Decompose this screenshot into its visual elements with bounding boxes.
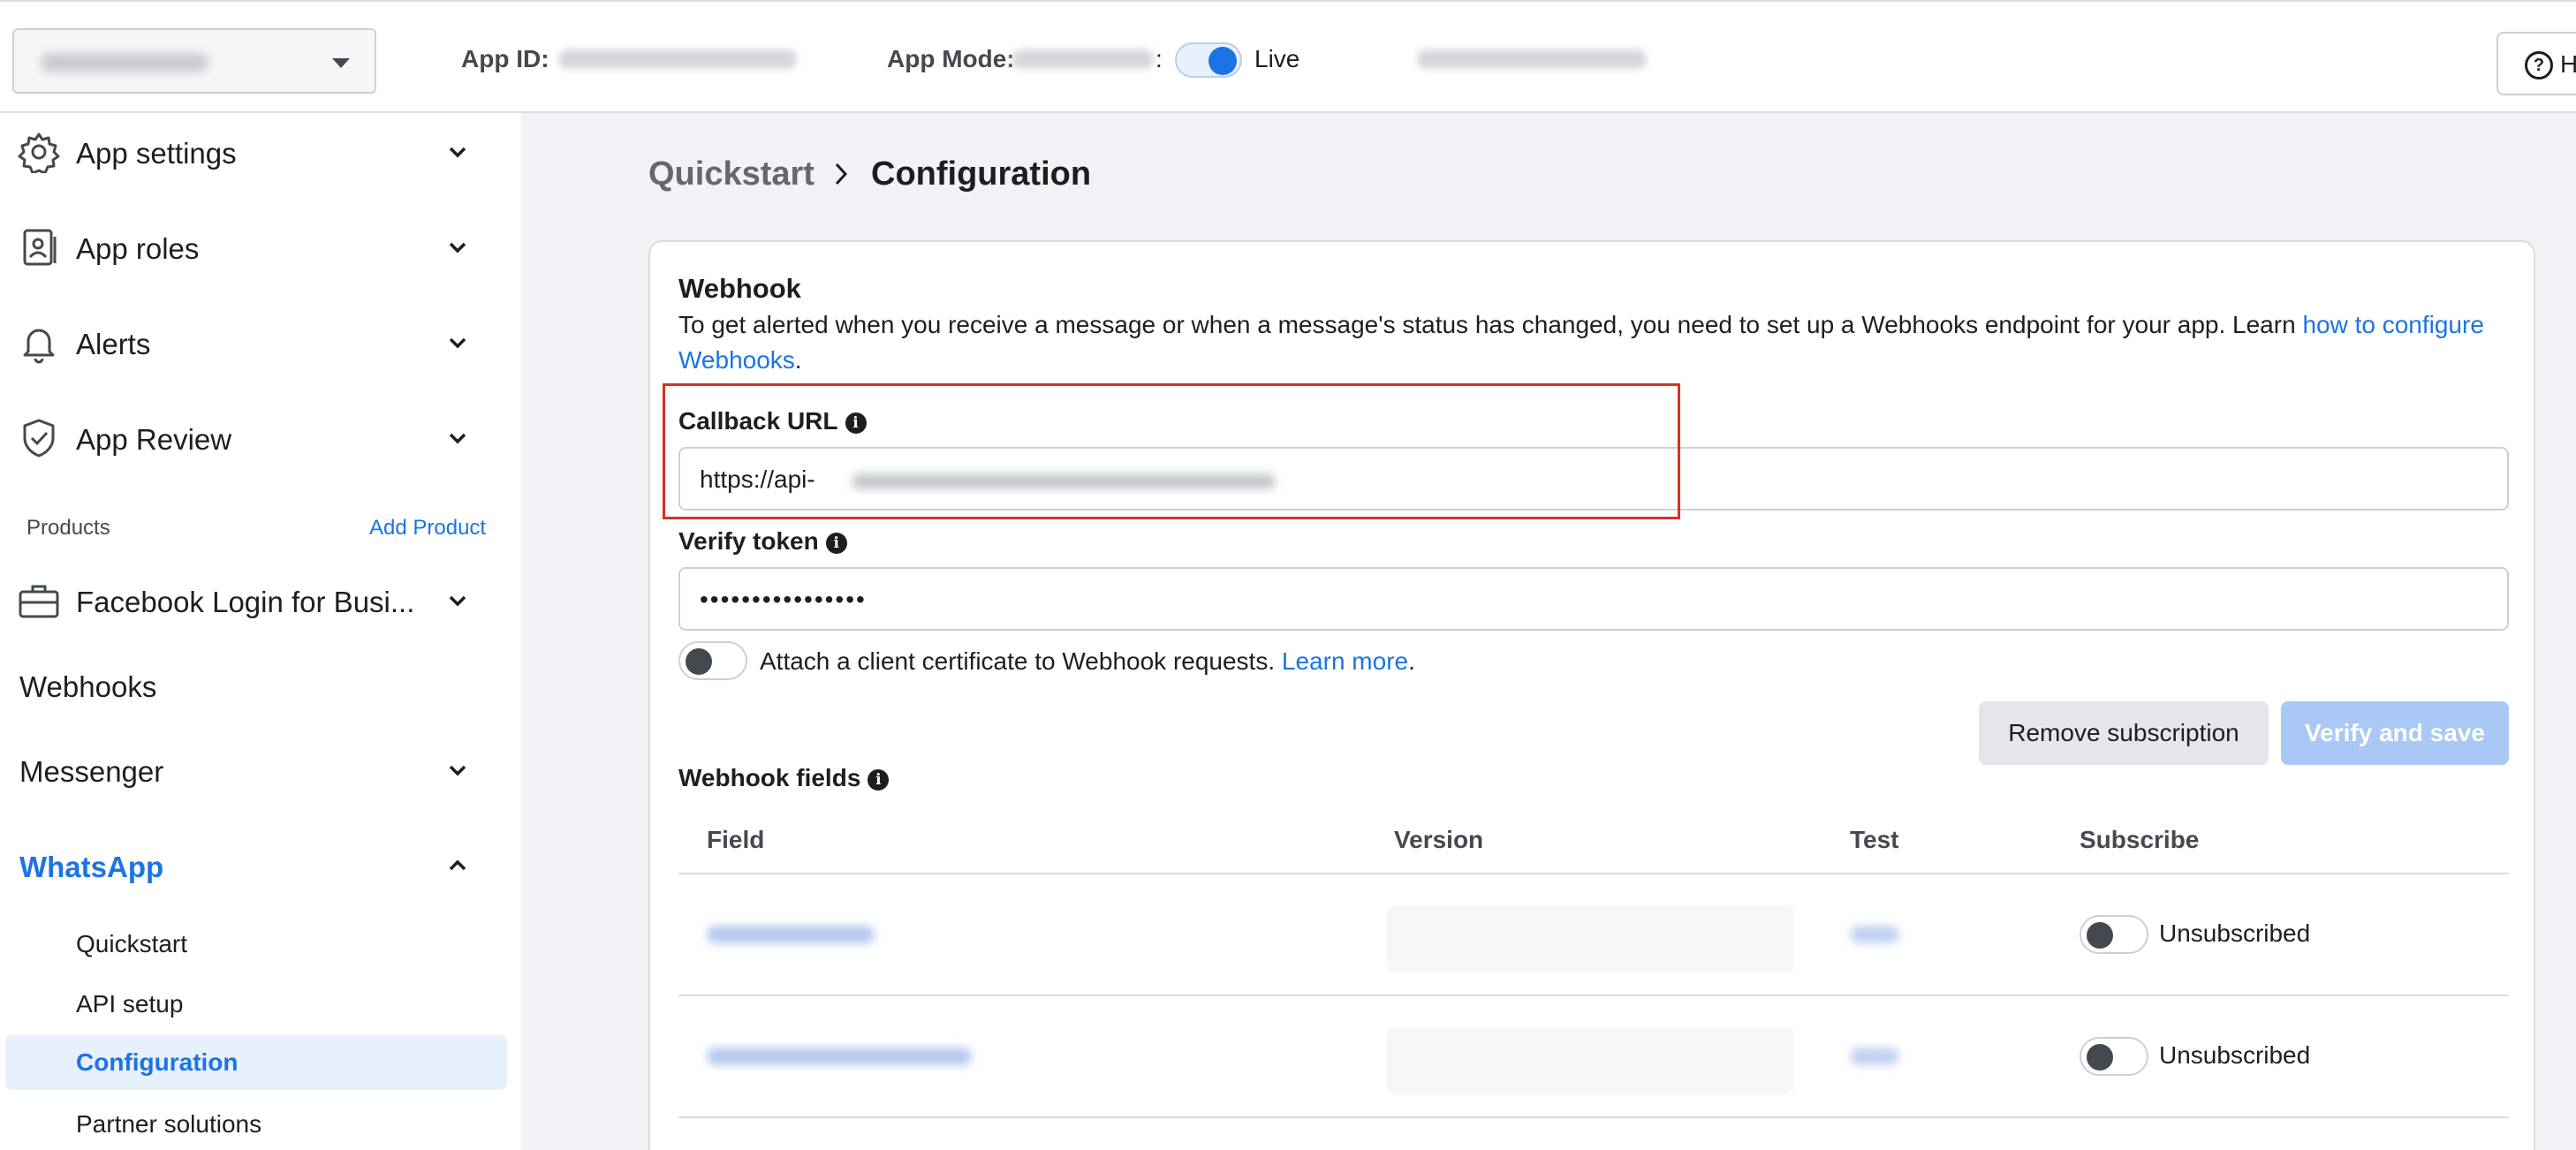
verify-token-label: Verify token i [678,526,847,556]
chevron-down-icon [449,337,466,349]
app-mode-separator: : [1155,45,1163,72]
chevron-right-icon [835,163,848,185]
sidebar-subitem-label: Quickstart [76,930,188,957]
verify-and-save-button[interactable]: Verify and save [2281,701,2509,765]
column-header-subscribe: Subscribe [2080,826,2200,853]
webhook-title: Webhook [678,273,801,304]
chevron-up-icon [449,859,466,871]
products-heading: Products [27,516,110,540]
help-icon: ? [2525,51,2553,79]
webhook-fields-title: Webhook fields [678,764,861,791]
app-mode-label: App Mode: [887,45,1015,72]
app-selector[interactable] [12,28,376,94]
sidebar-item-app-review[interactable]: App Review [0,399,521,479]
info-icon[interactable]: i [868,769,890,791]
table-divider [678,1116,2509,1118]
client-certificate-toggle[interactable] [678,641,747,680]
chevron-down-icon [449,147,466,158]
sidebar-item-webhooks[interactable]: Webhooks [0,647,521,726]
info-icon[interactable]: i [825,533,847,554]
sidebar-item-label: Webhooks [19,670,157,703]
chevron-down-icon [449,242,466,253]
app-type-redacted [1417,49,1647,69]
app-id-label: App ID: [461,45,549,72]
sidebar-item-label: Alerts [76,328,151,360]
learn-more-link[interactable]: Learn more [1282,647,1408,675]
subscribe-toggle[interactable] [2080,1037,2148,1076]
sidebar-subitem-api-setup[interactable]: API setup [5,977,507,1032]
sidebar-item-label: WhatsApp [19,851,164,883]
version-select[interactable] [1387,906,1793,972]
bell-icon [23,329,55,364]
client-certificate-label: Attach a client certificate to Webhook r… [760,647,1282,675]
webhook-card: Webhook To get alerted when you receive … [648,240,2535,1150]
app-id-value-redacted [558,49,797,69]
column-header-test: Test [1850,826,1899,853]
sidebar-item-label: App roles [76,232,200,265]
verify-token-label-text: Verify token [678,527,819,555]
app-mode-text-redacted [1012,49,1154,69]
briefcase-icon [19,585,59,618]
app-name-redacted [41,53,208,72]
caret-down-icon [332,58,350,68]
sidebar-item-label: Facebook Login for Busi... [76,586,415,618]
sidebar-item-app-settings[interactable]: App settings [0,113,521,193]
field-name-redacted[interactable] [707,926,875,943]
sidebar-item-app-roles[interactable]: App roles [0,208,521,288]
callback-url-highlight [663,383,1680,519]
webhook-description: To get alerted when you receive a messag… [678,307,2498,378]
sidebar-item-label: App Review [76,423,232,456]
remove-subscription-button[interactable]: Remove subscription [1979,701,2269,765]
badge-icon [23,229,57,266]
chevron-down-icon [449,765,466,776]
table-divider [678,873,2509,874]
webhook-description-text: To get alerted when you receive a messag… [678,311,2303,338]
chevron-down-icon [449,433,466,444]
sidebar-subitem-label: Partner solutions [76,1110,262,1138]
sidebar-item-whatsapp[interactable]: WhatsApp [0,827,521,906]
page-title: Configuration [871,155,1092,193]
sidebar-subitem-partner-solutions[interactable]: Partner solutions [5,1097,507,1150]
sidebar: App settings App roles Alerts App Review… [0,113,521,1150]
field-name-redacted[interactable] [707,1048,972,1065]
sidebar-item-messenger[interactable]: Messenger [0,731,521,811]
client-certificate-end: . [1408,647,1415,675]
webhook-description-end: . [794,346,802,374]
shield-check-icon [23,419,55,458]
test-link-redacted[interactable] [1850,926,1899,943]
column-header-version: Version [1394,826,1484,853]
breadcrumb-parent[interactable]: Quickstart [648,152,814,196]
webhook-fields-label: Webhook fields i [678,763,890,793]
sidebar-item-label: App settings [76,137,237,170]
sidebar-item-alerts[interactable]: Alerts [0,304,521,383]
sidebar-item-label: Messenger [19,755,164,788]
subscribe-status: Unsubscribed [2159,1041,2311,1069]
subscribe-status: Unsubscribed [2159,919,2311,947]
test-link-redacted[interactable] [1850,1048,1899,1065]
version-select[interactable] [1387,1028,1793,1093]
verify-token-input[interactable]: •••••••••••••••• [678,567,2509,631]
column-header-field[interactable]: Field [707,825,764,855]
table-divider [678,995,2509,996]
gear-icon [18,132,60,173]
app-mode-value: Live [1254,45,1300,72]
help-button[interactable]: ? H [2496,32,2576,95]
sidebar-subitem-label: Configuration [76,1048,239,1076]
subscribe-toggle[interactable] [2080,915,2148,954]
sidebar-subitem-quickstart[interactable]: Quickstart [5,917,507,972]
top-bar: App ID: App Mode: : Live ? H [0,0,2576,113]
sidebar-item-facebook-login[interactable]: Facebook Login for Busi... [0,562,521,641]
client-certificate-text: Attach a client certificate to Webhook r… [760,647,1415,677]
help-label: H [2560,50,2576,78]
verify-token-value: •••••••••••••••• [700,586,867,613]
chevron-down-icon [449,595,466,607]
sidebar-subitem-configuration[interactable]: Configuration [5,1035,507,1090]
app-mode-toggle[interactable] [1175,42,1242,78]
sidebar-subitem-label: API setup [76,990,184,1018]
add-product-link[interactable]: Add Product [369,516,486,541]
